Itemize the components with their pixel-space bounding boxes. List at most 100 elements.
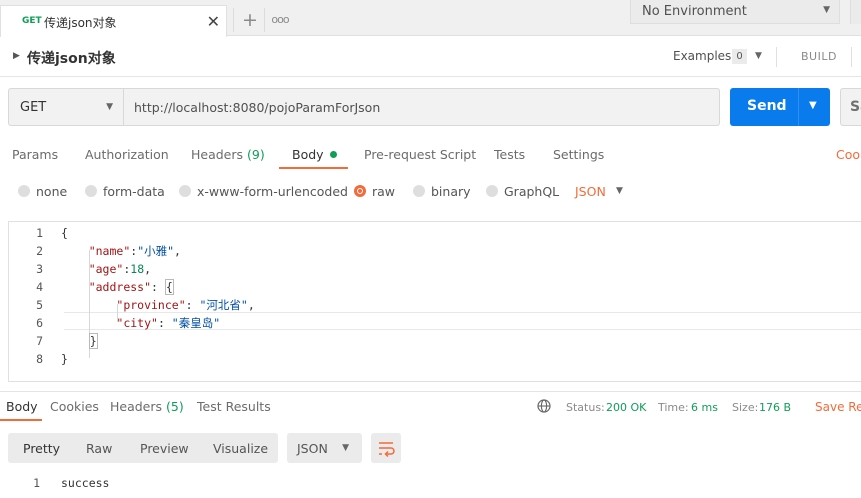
code-line[interactable]: 6 "city": "秦皇岛" [9,314,859,332]
line-number: 1 [36,226,43,240]
code-text: "province": "河北省", [61,296,255,314]
radio-label: GraphQL [504,184,560,199]
code-text: "address": { [61,278,174,296]
code-token: "city" [116,316,158,330]
body-indicator-dot [329,151,337,158]
code-line[interactable]: 2 "name":"小雅", [9,242,859,260]
tab-divider [264,8,265,32]
line-number: 2 [36,244,43,258]
code-token: "age" [88,262,124,276]
response-format-select[interactable]: JSON ▼ [287,433,362,463]
response-text: success [61,476,110,490]
code-token: , [144,262,152,276]
method-select[interactable]: GET ▼ [8,88,124,126]
save-response-button[interactable]: Save Res [815,400,861,414]
code-token: , [247,298,255,312]
tab-body[interactable]: Body [292,147,337,162]
examples-button[interactable]: Examples [673,49,731,63]
chevron-down-icon: ▼ [342,443,349,453]
wrap-lines-button[interactable] [371,433,401,463]
response-tab-test-results[interactable]: Test Results [197,399,271,414]
code-token: : [185,298,200,312]
response-active-underline [0,419,42,421]
request-tab[interactable]: GET 传递json对象 ✕ [0,5,227,37]
response-format-value: JSON [297,441,328,456]
environment-quick-look-button[interactable] [850,0,861,24]
code-token: } [88,333,98,349]
divider [776,47,777,67]
request-title[interactable]: 传递json对象 [27,48,116,68]
cookies-link[interactable]: Cool [836,147,861,162]
code-token: { [61,226,68,240]
close-icon[interactable]: ✕ [207,12,220,31]
tab-pre-request-script[interactable]: Pre-request Script [364,147,476,162]
view-preview-button[interactable]: Preview [140,441,189,456]
environment-select[interactable]: No Environment ▼ [630,0,840,24]
response-tab-headers[interactable]: Headers (5) [110,399,184,414]
caret-right-icon[interactable]: ▶ [13,51,20,61]
save-button[interactable]: Sa [840,88,861,126]
tab-tests[interactable]: Tests [494,147,525,162]
code-text: } [61,350,68,368]
size-value[interactable]: 176 B [759,401,791,414]
body-format-select[interactable]: JSON [575,184,606,199]
status-value[interactable]: 200 OK [606,401,646,414]
chevron-down-icon[interactable]: ▼ [616,186,623,196]
response-tab-body[interactable]: Body [6,399,38,414]
tab-authorization[interactable]: Authorization [85,147,169,162]
body-type-group: none form-data x-www-form-urlencoded raw… [0,178,861,204]
code-text: } [61,332,98,350]
code-line[interactable]: 8} [9,350,859,368]
response-tab-headers-label: Headers [110,399,163,414]
request-tab-name: 传递json对象 [44,16,117,30]
code-text: "city": "秦皇岛" [61,314,220,332]
view-pretty-button[interactable]: Pretty [23,441,60,456]
code-line[interactable]: 1{ [9,224,859,242]
code-token: : [157,316,172,330]
url-value: http://localhost:8080/pojoParamForJson [134,100,381,115]
globe-icon[interactable] [537,399,551,413]
radio-label: binary [431,184,471,199]
more-icon[interactable]: ooo [266,9,294,33]
build-button[interactable]: BUILD [801,50,837,63]
time-value[interactable]: 6 ms [691,401,718,414]
radio-label: raw [372,184,396,199]
response-tab-headers-count: (5) [166,399,184,414]
url-input[interactable]: http://localhost:8080/pojoParamForJson [123,88,720,126]
view-visualize-button[interactable]: Visualize [213,441,268,456]
save-label: Sa [850,99,861,115]
examples-count-badge: 0 [732,49,747,64]
request-tab-method: GET [22,16,42,26]
tab-headers-count: (9) [247,147,265,162]
radio-circle-selected [354,185,366,197]
send-button[interactable]: Send ▼ [730,88,830,126]
code-line[interactable]: 4 "address": { [9,278,859,296]
line-number: 4 [36,280,43,294]
line-number: 8 [36,352,43,366]
response-tab-cookies[interactable]: Cookies [50,399,99,414]
chevron-down-icon: ▼ [106,102,113,112]
radio-circle [413,185,425,197]
body-editor[interactable]: 1{2 "name":"小雅", 3 "age":18, 4 "address": … [8,221,861,382]
request-title-row: ▶ 传递json对象 Examples 0 ▼ BUILD [0,37,861,77]
tab-params[interactable]: Params [12,147,58,162]
code-line[interactable]: 3 "age":18, [9,260,859,278]
view-raw-button[interactable]: Raw [86,441,112,456]
code-line[interactable]: 5 "province": "河北省", [9,296,859,314]
radio-circle [486,185,498,197]
tab-settings[interactable]: Settings [553,147,604,162]
plus-icon[interactable]: + [238,9,262,33]
status-label: Status: [566,401,605,414]
radio-circle [179,185,191,197]
code-token: : [151,280,165,294]
send-label: Send [747,98,787,114]
size-label: Size: [732,401,759,414]
chevron-down-icon[interactable]: ▼ [809,100,817,111]
chevron-down-icon[interactable]: ▼ [755,51,762,61]
code-line[interactable]: 7 } [9,332,859,350]
tab-headers[interactable]: Headers (9) [191,147,265,162]
code-token: , [174,244,181,258]
line-number: 3 [36,262,43,276]
code-token: "address" [88,280,152,294]
code-token: "河北省" [199,298,248,312]
